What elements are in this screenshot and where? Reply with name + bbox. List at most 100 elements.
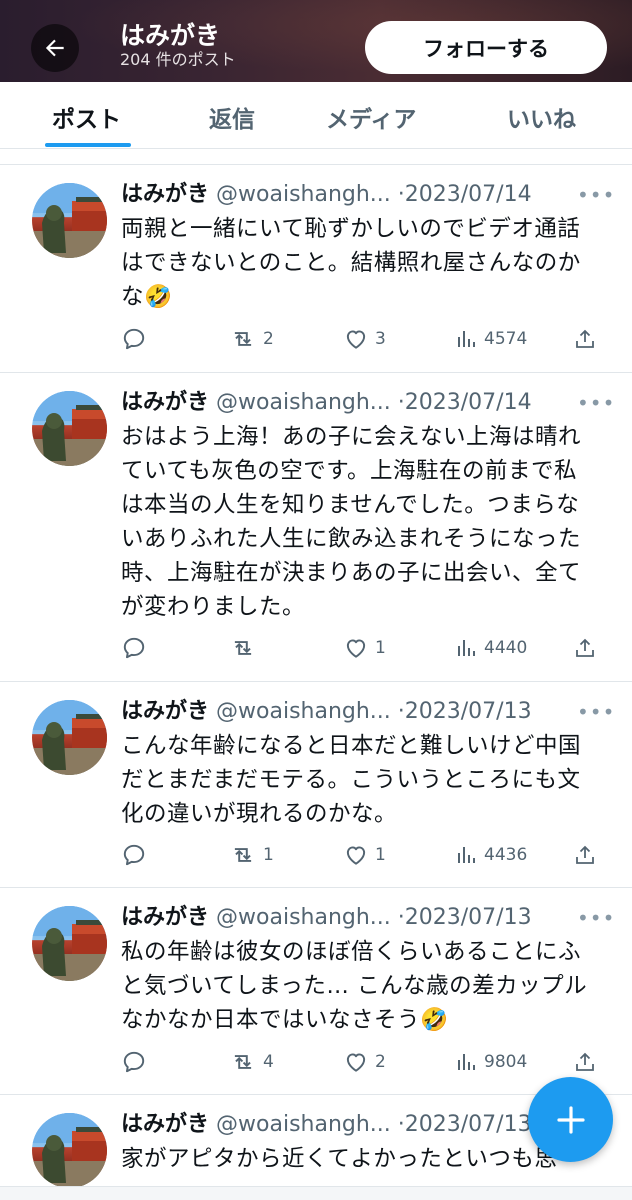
bar-chart-icon [458,1054,475,1070]
repost-button[interactable]: 4 [229,1047,274,1077]
reply-button[interactable] [121,324,147,354]
post-text: 両親と一緒にいて恥ずかしいのでビデオ通話はできないとのこと。結構照れ屋さんなのか… [121,216,581,310]
view-count: 4440 [484,638,528,658]
reply-button[interactable] [121,1047,147,1077]
views-button[interactable]: 4436 [454,840,527,870]
repost-button[interactable]: 2 [229,324,274,354]
share-upload-icon [576,329,594,348]
follow-button[interactable]: フォローする [365,21,607,74]
speech-bubble-icon [123,637,145,659]
divider [0,148,632,149]
views-button[interactable]: 9804 [454,1047,527,1077]
view-count: 4436 [484,845,528,865]
repost-arrows-icon [234,1055,252,1069]
like-count: 3 [375,329,386,349]
tab-replies[interactable]: 返信 [209,100,255,134]
post-date[interactable]: ·2023/07/13 [398,699,532,724]
repost-button[interactable] [229,633,257,663]
post-text: おはよう上海！あの子に会えない上海は晴れていても灰色の空です。上海駐在の前まで私… [121,424,582,620]
back-button[interactable] [31,24,79,72]
active-tab-indicator [45,143,131,147]
avatar[interactable] [32,1113,107,1188]
author-handle[interactable]: @woaishangh... [216,390,391,415]
views-button[interactable]: 4574 [454,324,527,354]
share-button[interactable] [573,324,597,354]
post-date[interactable]: ·2023/07/14 [398,182,532,207]
heart-icon [346,1053,366,1072]
share-button[interactable] [573,840,597,870]
more-options-icon[interactable]: ••• [577,391,615,415]
post-actions: 4 2 9804 [121,1047,601,1077]
repost-button[interactable]: 1 [229,840,274,870]
profile-name: はみがき [120,21,221,50]
share-button[interactable] [573,1047,597,1077]
share-upload-icon [576,845,594,864]
tab-posts[interactable]: ポスト [52,100,121,134]
share-button[interactable] [573,633,597,663]
author-name[interactable]: はみがき [121,390,209,415]
bottom-bar-edge [0,1186,632,1200]
author-handle[interactable]: @woaishangh... [216,699,391,724]
like-count: 1 [375,845,386,865]
like-button[interactable]: 1 [343,633,386,663]
like-count: 2 [375,1052,386,1072]
post-text: こんな年齢になると日本だと難しいけど中国だとまだまだモテる。こういうところにも文… [121,733,582,827]
repost-arrows-icon [234,848,252,862]
post-date[interactable]: ·2023/07/13 [398,1112,532,1137]
profile-tabs: ポスト 返信 メディア いいね [0,82,632,148]
more-options-icon[interactable]: ••• [577,700,615,724]
speech-bubble-icon [123,844,145,866]
repost-arrows-icon [234,641,252,655]
author-handle[interactable]: @woaishangh... [216,905,391,930]
bar-chart-icon [458,847,475,863]
avatar[interactable] [32,391,107,466]
avatar[interactable] [32,906,107,981]
view-count: 4574 [484,329,528,349]
post-card[interactable]: はみがき @woaishangh... ·2023/07/14 ••• おはよう… [0,373,632,682]
like-button[interactable]: 3 [343,324,386,354]
author-handle[interactable]: @woaishangh... [216,1112,391,1137]
heart-icon [346,846,366,865]
bar-chart-icon [458,331,475,347]
post-date[interactable]: ·2023/07/13 [398,905,532,930]
avatar[interactable] [32,700,107,775]
profile-header: はみがき 204 件のポスト フォローする [0,0,632,82]
plus-icon [556,1105,585,1134]
post-card[interactable]: はみがき @woaishangh... ·2023/07/13 ••• こんな年… [0,682,632,888]
post-count: 204 件のポスト [120,50,236,69]
repost-arrows-icon [234,332,252,346]
repost-count: 2 [263,329,274,349]
post-card[interactable]: はみがき @woaishangh... ·2023/07/14 ••• 両親と一… [0,165,632,373]
speech-bubble-icon [123,1051,145,1073]
heart-icon [346,639,366,658]
post-actions: 2 3 4574 [121,324,601,354]
author-name[interactable]: はみがき [121,182,209,207]
repost-count: 4 [263,1052,274,1072]
arrow-left-icon [45,39,64,57]
like-button[interactable]: 1 [343,840,386,870]
author-name[interactable]: はみがき [121,1112,209,1137]
post-text: 家がアピタから近くてよかったといつも思 [121,1146,558,1172]
share-upload-icon [576,638,594,657]
share-upload-icon [576,1052,594,1071]
author-handle[interactable]: @woaishangh... [216,182,391,207]
like-button[interactable]: 2 [343,1047,386,1077]
reply-button[interactable] [121,840,147,870]
compose-button[interactable] [528,1077,613,1162]
views-button[interactable]: 4440 [454,633,527,663]
author-name[interactable]: はみがき [121,905,209,930]
repost-count: 1 [263,845,274,865]
more-options-icon[interactable]: ••• [577,906,615,930]
reply-button[interactable] [121,633,147,663]
more-options-icon[interactable]: ••• [577,183,615,207]
post-date[interactable]: ·2023/07/14 [398,390,532,415]
heart-icon [346,330,366,349]
author-name[interactable]: はみがき [121,699,209,724]
like-count: 1 [375,638,386,658]
avatar[interactable] [32,183,107,258]
tab-media[interactable]: メディア [326,100,416,134]
post-actions: 1 1 4436 [121,840,601,870]
post-card[interactable]: はみがき @woaishangh... ·2023/07/13 ••• 私の年齢… [0,888,632,1095]
tab-likes[interactable]: いいね [507,100,576,134]
post-actions: 1 4440 [121,633,601,663]
